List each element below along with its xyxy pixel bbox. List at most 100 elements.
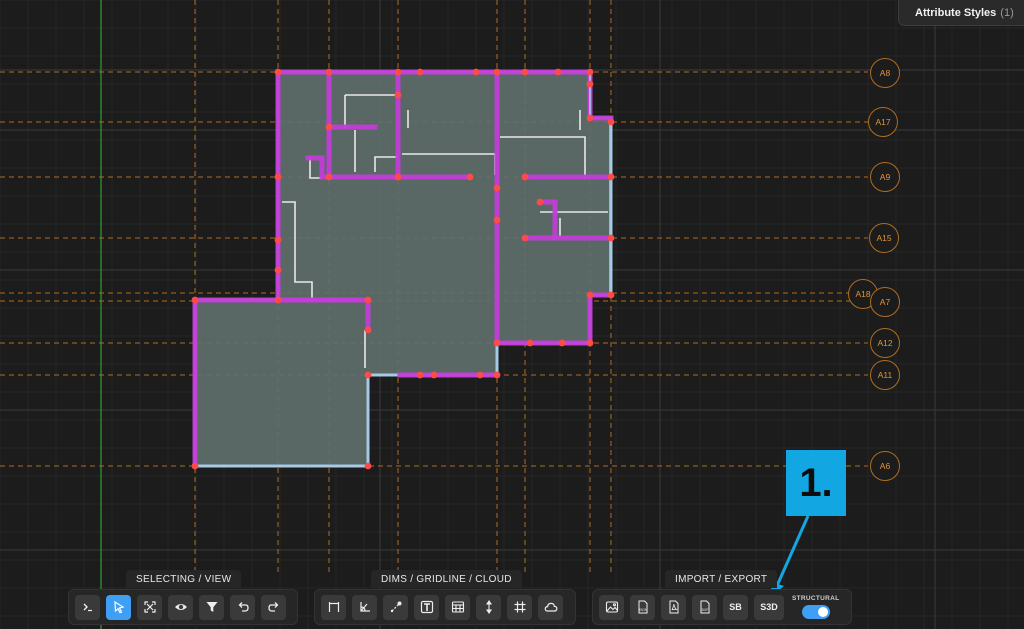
- wall-node[interactable]: [274, 68, 282, 76]
- gridline-label-a15[interactable]: A15: [869, 223, 899, 253]
- floor-slab[interactable]: [193, 70, 613, 468]
- wall-node[interactable]: [364, 296, 372, 304]
- wall-node[interactable]: [394, 173, 402, 181]
- pdf-export-button[interactable]: [661, 594, 686, 620]
- wall-node[interactable]: [191, 462, 199, 470]
- terminal-button[interactable]: [75, 594, 100, 620]
- wall-node[interactable]: [586, 68, 594, 76]
- wall-node[interactable]: [558, 339, 566, 347]
- wall-node[interactable]: [364, 326, 372, 334]
- wall-node[interactable]: [472, 68, 480, 76]
- wall-node[interactable]: [191, 296, 199, 304]
- group-label-dims-gridline-cloud: DIMS / GRIDLINE / CLOUD: [371, 570, 522, 588]
- gridline-label-a6[interactable]: A6: [870, 451, 900, 481]
- wall-node[interactable]: [325, 68, 333, 76]
- wall-node[interactable]: [364, 462, 372, 470]
- gridline-label-a8[interactable]: A8: [870, 58, 900, 88]
- redo-button[interactable]: [261, 594, 286, 620]
- wall-node[interactable]: [466, 173, 474, 181]
- wall-node[interactable]: [325, 173, 333, 181]
- wall-node[interactable]: [493, 184, 501, 192]
- wall-node[interactable]: [325, 123, 333, 131]
- vertical-arrow-icon: [485, 600, 492, 614]
- dimension-icon: [328, 602, 339, 612]
- gridline-label-a12[interactable]: A12: [870, 328, 900, 358]
- text-box-icon: [420, 600, 433, 614]
- wall-node[interactable]: [430, 371, 438, 379]
- gridline-label-a17[interactable]: A17: [868, 107, 898, 137]
- toolbar-import-export: JSON DXF SB S3D STRUCTURAL: [592, 589, 852, 625]
- wall-node[interactable]: [274, 173, 282, 181]
- filter-button[interactable]: [199, 594, 224, 620]
- wall-node[interactable]: [493, 216, 501, 224]
- group-label-import-export: IMPORT / EXPORT: [665, 570, 778, 588]
- text-button[interactable]: [414, 594, 439, 620]
- table-button[interactable]: [445, 594, 470, 620]
- toolbar-dims-gridline-cloud: [314, 589, 576, 625]
- wall-node[interactable]: [586, 291, 594, 299]
- gridline-label-a7[interactable]: A7: [870, 287, 900, 317]
- sb-export-button[interactable]: SB: [723, 594, 748, 620]
- wall-node[interactable]: [536, 198, 544, 206]
- table-icon: [451, 601, 464, 613]
- wall-node[interactable]: [521, 68, 529, 76]
- wall-node[interactable]: [586, 80, 594, 88]
- dimension-button[interactable]: [321, 594, 346, 620]
- wall-node[interactable]: [607, 234, 615, 242]
- sb-label: SB: [729, 602, 742, 612]
- angle-icon: [359, 602, 370, 612]
- wall-node[interactable]: [416, 68, 424, 76]
- wall-node[interactable]: [526, 339, 534, 347]
- visibility-button[interactable]: [168, 594, 193, 620]
- angle-dimension-button[interactable]: [352, 594, 377, 620]
- image-icon: [605, 601, 618, 613]
- json-file-icon: JSON: [638, 600, 647, 614]
- image-import-button[interactable]: [599, 594, 624, 620]
- point-dimension-button[interactable]: [383, 594, 408, 620]
- fit-view-button[interactable]: [137, 594, 162, 620]
- gridline-button[interactable]: [507, 594, 532, 620]
- toggle-knob: [817, 607, 828, 617]
- cursor-icon: [113, 600, 124, 614]
- cloud-button[interactable]: [538, 594, 563, 620]
- pdf-file-icon: [669, 600, 678, 614]
- toolbar-selecting-view: [68, 589, 298, 625]
- wall-node[interactable]: [586, 339, 594, 347]
- drawing-canvas[interactable]: [0, 0, 1024, 629]
- structural-toggle-group: STRUCTURAL: [792, 595, 839, 619]
- structural-toggle[interactable]: [801, 605, 830, 619]
- select-button[interactable]: [106, 594, 131, 620]
- wall-node[interactable]: [476, 371, 484, 379]
- wall-node[interactable]: [274, 236, 282, 244]
- wall-node[interactable]: [607, 291, 615, 299]
- dxf-file-icon: DXF: [700, 600, 709, 614]
- step-annotation: 1.: [786, 450, 846, 516]
- wall-node[interactable]: [493, 68, 501, 76]
- redo-icon: [267, 602, 278, 612]
- wall-node[interactable]: [274, 266, 282, 274]
- gridline-label-a11[interactable]: A11: [870, 360, 900, 390]
- vertical-dimension-button[interactable]: [476, 594, 501, 620]
- wall-node[interactable]: [493, 371, 501, 379]
- wall-node[interactable]: [521, 234, 529, 242]
- wall-node[interactable]: [521, 173, 529, 181]
- wall-node[interactable]: [274, 296, 282, 304]
- wall-node[interactable]: [394, 91, 402, 99]
- attribute-styles-title: Attribute Styles: [915, 6, 997, 19]
- attribute-styles-panel[interactable]: Attribute Styles (1): [898, 0, 1024, 26]
- structural-toggle-label: STRUCTURAL: [792, 595, 840, 602]
- s3d-export-button[interactable]: S3D: [754, 594, 784, 620]
- undo-button[interactable]: [230, 594, 255, 620]
- wall-node[interactable]: [607, 173, 615, 181]
- undo-icon: [238, 602, 249, 612]
- wall-node[interactable]: [394, 68, 402, 76]
- wall-node[interactable]: [554, 68, 562, 76]
- wall-node[interactable]: [607, 118, 615, 126]
- wall-node[interactable]: [586, 114, 594, 122]
- dxf-export-button[interactable]: DXF: [692, 594, 717, 620]
- wall-node[interactable]: [364, 371, 372, 379]
- wall-node[interactable]: [493, 339, 501, 347]
- gridline-label-a9[interactable]: A9: [870, 162, 900, 192]
- wall-node[interactable]: [416, 371, 424, 379]
- json-export-button[interactable]: JSON: [630, 594, 655, 620]
